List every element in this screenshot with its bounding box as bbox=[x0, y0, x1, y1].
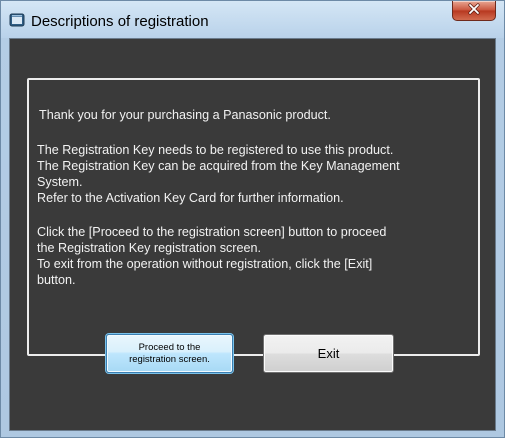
info-line: The Registration Key needs to be registe… bbox=[37, 143, 394, 157]
exit-label: Exit bbox=[317, 346, 340, 361]
instruction-line: Click the [Proceed to the registration s… bbox=[37, 225, 387, 239]
title-bar[interactable]: Descriptions of registration bbox=[1, 1, 504, 38]
proceed-to-registration-button[interactable]: Proceed to the registration screen. bbox=[106, 334, 233, 373]
window-title: Descriptions of registration bbox=[31, 13, 209, 30]
close-button[interactable] bbox=[452, 1, 496, 21]
instruction-line: button. bbox=[37, 273, 76, 287]
instruction-line: the Registration Key registration screen… bbox=[37, 241, 262, 255]
exit-button[interactable]: Exit bbox=[263, 334, 394, 373]
proceed-label-line1: Proceed to the bbox=[138, 341, 201, 353]
info-line: System. bbox=[37, 175, 83, 189]
registration-dialog: Descriptions of registration Thank you f… bbox=[0, 0, 505, 438]
registration-info-paragraph: The Registration Key needs to be registe… bbox=[37, 142, 468, 206]
instruction-line: To exit from the operation without regis… bbox=[37, 257, 373, 271]
info-line: Refer to the Activation Key Card for fur… bbox=[37, 191, 344, 205]
info-line: The Registration Key can be acquired fro… bbox=[37, 159, 400, 173]
app-window-icon bbox=[9, 13, 25, 27]
message-panel: Thank you for your purchasing a Panasoni… bbox=[27, 78, 480, 356]
close-icon bbox=[467, 2, 481, 20]
proceed-label-line2: registration screen. bbox=[129, 353, 210, 365]
greeting-text: Thank you for your purchasing a Panasoni… bbox=[39, 108, 331, 122]
dialog-body: Thank you for your purchasing a Panasoni… bbox=[9, 38, 496, 431]
instructions-paragraph: Click the [Proceed to the registration s… bbox=[37, 224, 468, 288]
